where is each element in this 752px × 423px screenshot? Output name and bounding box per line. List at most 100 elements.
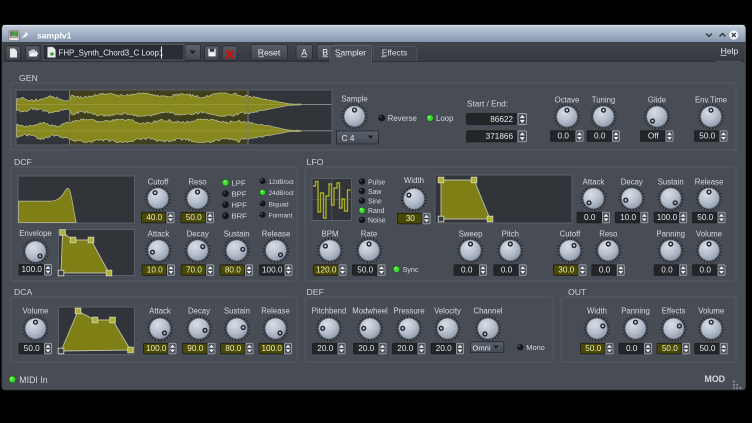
svg-text:0.0: 0.0 [461, 266, 473, 275]
svg-text:Octave: Octave [555, 96, 580, 105]
svg-text:HPF: HPF [232, 201, 248, 210]
svg-text:20.0: 20.0 [397, 344, 413, 353]
svg-text:BPF: BPF [232, 189, 247, 198]
svg-text:371866: 371866 [486, 132, 514, 141]
svg-text:C 4: C 4 [342, 134, 355, 143]
svg-text:LFO: LFO [307, 157, 324, 167]
svg-text:50.0: 50.0 [186, 213, 202, 222]
svg-text:DCF: DCF [14, 157, 32, 167]
svg-text:20.0: 20.0 [358, 344, 374, 353]
svg-text:Effects: Effects [662, 307, 686, 316]
svg-text:DEF: DEF [307, 287, 324, 297]
svg-text:Start / End:: Start / End: [467, 100, 508, 109]
svg-text:50.0: 50.0 [697, 213, 713, 222]
svg-text:B: B [322, 48, 328, 58]
svg-text:Env.Time: Env.Time [695, 96, 727, 105]
svg-text:Help: Help [721, 46, 739, 56]
svg-text:MOD: MOD [705, 374, 726, 384]
svg-text:40.0: 40.0 [146, 213, 162, 222]
svg-text:0.0: 0.0 [599, 266, 611, 275]
svg-text:10.0: 10.0 [147, 266, 163, 275]
svg-text:50.0: 50.0 [662, 344, 678, 353]
svg-text:120.0: 120.0 [316, 266, 337, 275]
svg-text:MIDI In: MIDI In [19, 375, 47, 385]
svg-text:0.0: 0.0 [661, 266, 673, 275]
svg-text:12dB/oct: 12dB/oct [269, 179, 294, 186]
svg-text:20.0: 20.0 [436, 344, 452, 353]
svg-text:Decay: Decay [187, 230, 209, 239]
svg-text:Pulse: Pulse [368, 179, 385, 186]
svg-text:Rand: Rand [368, 208, 385, 215]
svg-text:Volume: Volume [696, 230, 722, 239]
svg-text:Off: Off [648, 132, 659, 141]
svg-text:Reso: Reso [599, 230, 618, 239]
svg-text:Sweep: Sweep [459, 230, 484, 239]
svg-text:Decay: Decay [621, 178, 643, 187]
svg-text:80.0: 80.0 [225, 266, 241, 275]
svg-text:Noise: Noise [368, 218, 386, 225]
svg-text:Omni: Omni [472, 343, 490, 352]
svg-text:50.0: 50.0 [699, 344, 715, 353]
svg-text:50.0: 50.0 [585, 344, 601, 353]
svg-text:GEN: GEN [19, 73, 38, 83]
svg-text:Reso: Reso [188, 178, 207, 187]
svg-text:70.0: 70.0 [186, 266, 202, 275]
svg-text:24dB/oct: 24dB/oct [269, 190, 294, 197]
svg-text:20.0: 20.0 [317, 344, 333, 353]
svg-text:Reset: Reset [258, 48, 281, 58]
svg-text:30: 30 [406, 214, 416, 223]
svg-text:LPF: LPF [232, 178, 246, 187]
svg-text:DCA: DCA [14, 287, 33, 297]
svg-text:samplv1: samplv1 [37, 31, 72, 41]
svg-text:FHP_Synth_Chord3_C Loop1: FHP_Synth_Chord3_C Loop1 [59, 48, 164, 57]
svg-text:Tuning: Tuning [592, 96, 616, 105]
svg-text:Saw: Saw [368, 189, 381, 196]
svg-text:Channel: Channel [473, 307, 502, 316]
svg-text:100.0: 100.0 [262, 344, 283, 353]
svg-text:90.0: 90.0 [187, 344, 203, 353]
svg-text:0.0: 0.0 [700, 266, 712, 275]
svg-text:Sustain: Sustain [224, 307, 250, 316]
svg-text:BPM: BPM [322, 230, 339, 239]
svg-text:100.0: 100.0 [146, 344, 167, 353]
svg-text:Attack: Attack [583, 178, 605, 187]
svg-text:Sync: Sync [403, 265, 419, 274]
svg-text:Reverse: Reverse [388, 114, 417, 123]
svg-text:Release: Release [695, 178, 724, 187]
svg-text:Rate: Rate [361, 230, 377, 239]
svg-text:50.0: 50.0 [24, 344, 40, 353]
svg-text:Velocity: Velocity [434, 307, 461, 316]
svg-text:Envelope: Envelope [19, 229, 52, 238]
svg-text:Attack: Attack [149, 307, 171, 316]
svg-text:Panning: Panning [656, 230, 685, 239]
svg-text:0.0: 0.0 [594, 132, 606, 141]
svg-text:Width: Width [404, 176, 424, 185]
svg-text:Cutoff: Cutoff [148, 178, 169, 187]
svg-text:Panning: Panning [621, 307, 650, 316]
svg-text:80.0: 80.0 [225, 344, 241, 353]
svg-text:0.0: 0.0 [501, 266, 513, 275]
svg-text:Mono: Mono [526, 343, 545, 352]
svg-text:100.0: 100.0 [262, 266, 283, 275]
svg-text:0.0: 0.0 [626, 344, 638, 353]
svg-text:Sample: Sample [341, 95, 367, 104]
svg-text:50.0: 50.0 [357, 266, 373, 275]
svg-text:0.0: 0.0 [558, 132, 570, 141]
svg-text:Sine: Sine [368, 199, 382, 206]
svg-text:Pressure: Pressure [393, 307, 424, 316]
svg-text:Modwheel: Modwheel [352, 307, 388, 316]
svg-text:Loop: Loop [436, 114, 454, 123]
svg-text:Width: Width [587, 307, 607, 316]
svg-text:Sustain: Sustain [224, 230, 250, 239]
svg-text:Effects: Effects [382, 47, 407, 57]
svg-text:A: A [301, 48, 307, 58]
svg-text:Release: Release [261, 307, 290, 316]
svg-text:Sustain: Sustain [658, 178, 684, 187]
svg-text:100.0: 100.0 [22, 265, 43, 274]
svg-text:Attack: Attack [148, 230, 170, 239]
svg-text:Biquad: Biquad [269, 201, 289, 208]
svg-text:Sampler: Sampler [335, 47, 366, 57]
svg-text:Release: Release [262, 230, 291, 239]
svg-text:Glide: Glide [648, 96, 666, 105]
svg-text:Pitchbend: Pitchbend [312, 307, 347, 316]
